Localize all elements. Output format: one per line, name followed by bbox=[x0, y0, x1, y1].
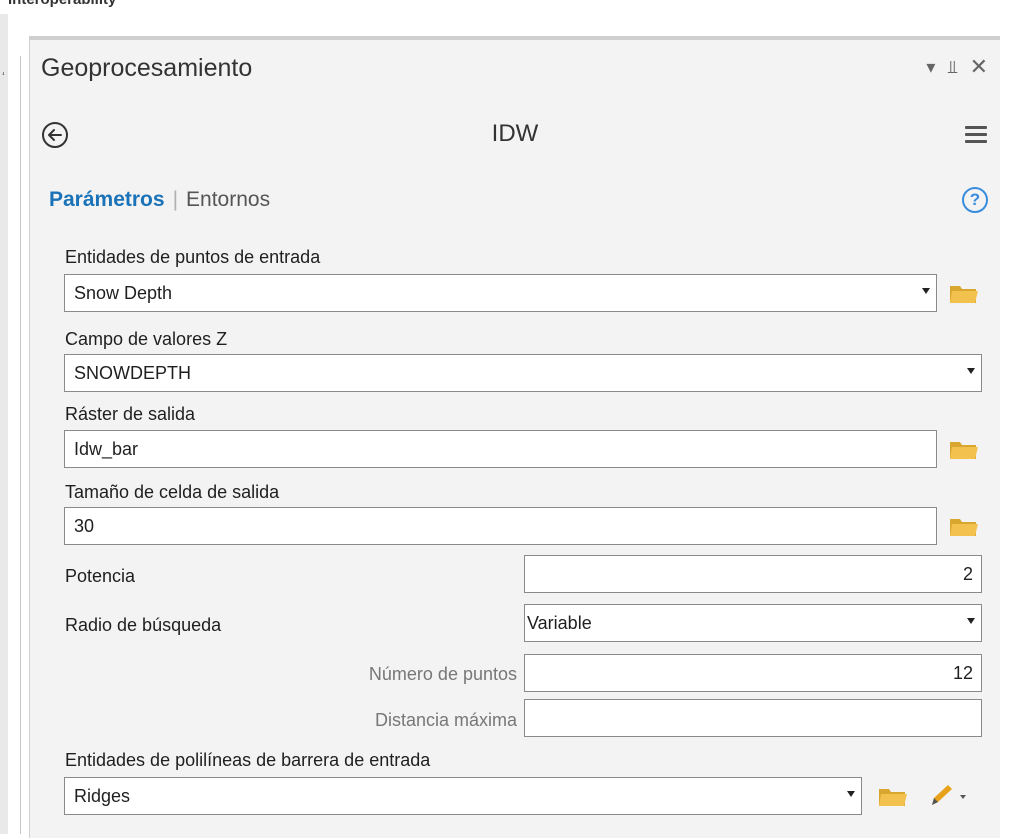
input-points-label: Entidades de puntos de entrada bbox=[65, 247, 321, 267]
help-icon[interactable]: ? bbox=[962, 187, 988, 213]
folder-icon[interactable] bbox=[949, 282, 979, 304]
search-radius-value: Variable bbox=[527, 613, 592, 633]
tab-separator: | bbox=[172, 188, 179, 211]
cell-size-input[interactable]: 30 bbox=[64, 507, 937, 545]
top-strip: Interoperability bbox=[0, 0, 1021, 14]
chevron-down-icon bbox=[922, 288, 930, 294]
power-label: Potencia bbox=[65, 566, 136, 586]
pin-icon[interactable]: ⫫ bbox=[947, 57, 957, 78]
max-distance-label: Distancia máxima bbox=[374, 710, 517, 730]
max-distance-input[interactable] bbox=[524, 699, 982, 737]
chevron-down-icon bbox=[967, 368, 975, 374]
barriers-value: Ridges bbox=[74, 786, 131, 806]
top-strip-text: Interoperability bbox=[8, 0, 116, 8]
z-field-select[interactable]: SNOWDEPTH bbox=[64, 354, 982, 392]
power-input[interactable]: 2 bbox=[524, 555, 982, 593]
barriers-label: Entidades de polilíneas de barrera de en… bbox=[65, 750, 431, 770]
tab-entornos[interactable]: Entornos bbox=[186, 188, 270, 212]
cell-size-value: 30 bbox=[74, 516, 95, 536]
left-edge: ‘ bbox=[0, 14, 8, 834]
close-icon[interactable]: ✕ bbox=[970, 54, 988, 80]
edge-mark: ‘ bbox=[2, 69, 5, 84]
cell-size-label: Tamaño de celda de salida bbox=[65, 482, 280, 502]
tool-name: IDW bbox=[491, 120, 539, 147]
folder-icon[interactable] bbox=[878, 785, 908, 807]
geoprocessing-pane: Geoprocesamiento ▾ ⫫ ✕ IDW Parámetros | … bbox=[29, 36, 1000, 838]
chevron-down-icon bbox=[847, 791, 855, 797]
output-raster-value: Idw_bar bbox=[74, 439, 139, 459]
z-field-value: SNOWDEPTH bbox=[74, 363, 191, 383]
folder-icon[interactable] bbox=[949, 515, 979, 537]
pane-title: Geoprocesamiento bbox=[41, 54, 253, 82]
output-raster-input[interactable]: Idw_bar bbox=[64, 430, 937, 468]
tab-parametros[interactable]: Parámetros bbox=[49, 188, 165, 212]
folder-icon[interactable] bbox=[949, 438, 979, 460]
pane-title-icons: ▾ ⫫ ✕ bbox=[926, 54, 988, 80]
input-points-value: Snow Depth bbox=[74, 283, 173, 303]
num-points-label: Número de puntos bbox=[368, 664, 517, 684]
num-points-input[interactable]: 12 bbox=[524, 654, 982, 692]
pencil-edit-icon[interactable] bbox=[928, 782, 968, 808]
chevron-down-icon bbox=[967, 618, 975, 624]
output-raster-label: Ráster de salida bbox=[65, 404, 196, 424]
hamburger-menu-icon[interactable] bbox=[965, 126, 987, 144]
barriers-select[interactable]: Ridges bbox=[64, 777, 862, 815]
divider-line bbox=[20, 56, 21, 834]
tabs: Parámetros | Entornos bbox=[49, 188, 270, 212]
z-field-label: Campo de valores Z bbox=[65, 329, 228, 349]
search-radius-label: Radio de búsqueda bbox=[65, 615, 222, 635]
search-radius-select[interactable]: Variable bbox=[524, 604, 982, 642]
dropdown-arrow-icon[interactable]: ▾ bbox=[926, 57, 935, 78]
input-points-select[interactable]: Snow Depth bbox=[64, 274, 937, 312]
